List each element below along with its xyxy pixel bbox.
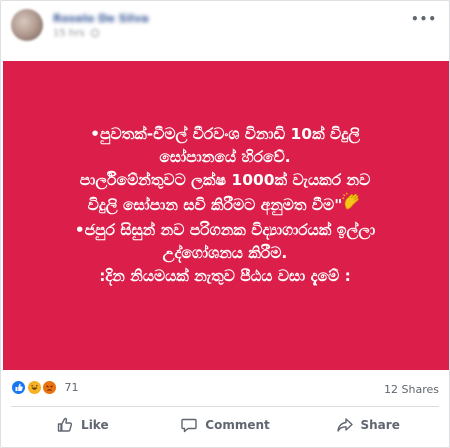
like-label: Like <box>81 418 109 432</box>
thumbs-up-icon <box>56 416 74 434</box>
more-options-icon[interactable]: ••• <box>411 13 437 25</box>
globe-icon <box>90 29 99 37</box>
share-icon <box>336 416 354 434</box>
post-line: •ජපුර සිසුන් නව පරිගනක විද්‍යාගාරයක් ඉල්… <box>74 221 376 239</box>
post-line-with-emoji: විදුලි සෝපාන සවි කිරීමට අනුමත වීම" <box>15 192 435 219</box>
angry-icon <box>42 380 57 395</box>
clapping-hands-icon <box>342 192 362 219</box>
author-name[interactable]: Roselo De Silva <box>53 12 149 25</box>
post-text: •පුවතක්-චීමල් වීරවංශ විනාඩි 10ක් විදුලි … <box>15 69 435 288</box>
post-line: :දින නියමයක් නැතුව පීඨය වසා දැමේ : <box>99 267 351 285</box>
post-line: සෝපානයේ හිරවේ. <box>159 148 291 166</box>
post-line: පාර්ලිමේන්තුවට ලක්ෂ 1000ක් වැයකර නව <box>79 171 371 189</box>
avatar[interactable] <box>11 9 43 41</box>
share-button[interactable]: Share <box>296 409 439 441</box>
like-button[interactable]: Like <box>11 409 154 441</box>
divider <box>11 406 439 407</box>
post-stats: 71 12 Shares <box>11 377 439 399</box>
post-line: විදුලි සෝපාන සවි කිරීමට අනුමත වීම" <box>87 196 343 214</box>
post-header: Roselo De Silva 15 hrs ••• <box>11 9 439 51</box>
action-bar: Like Comment Share <box>11 409 439 441</box>
comment-icon <box>180 416 198 434</box>
reaction-count[interactable]: 71 <box>65 381 79 394</box>
post-time[interactable]: 15 hrs <box>53 28 85 39</box>
share-label: Share <box>360 418 400 432</box>
like-icon <box>11 380 26 395</box>
comment-label: Comment <box>205 418 270 432</box>
shares-count[interactable]: 12 Shares <box>384 383 439 396</box>
post-card: Roselo De Silva 15 hrs ••• •පුවතක්-චීමල්… <box>0 0 450 448</box>
haha-icon <box>26 380 42 395</box>
comment-button[interactable]: Comment <box>154 409 297 441</box>
post-line: •පුවතක්-චීමල් වීරවංශ විනාඩි 10ක් විදුලි <box>90 125 360 143</box>
reactions-summary[interactable]: 71 <box>11 380 79 396</box>
post-line: උද්ගෝශනය කිරීම. <box>162 244 288 262</box>
post-meta: 15 hrs <box>53 28 99 39</box>
